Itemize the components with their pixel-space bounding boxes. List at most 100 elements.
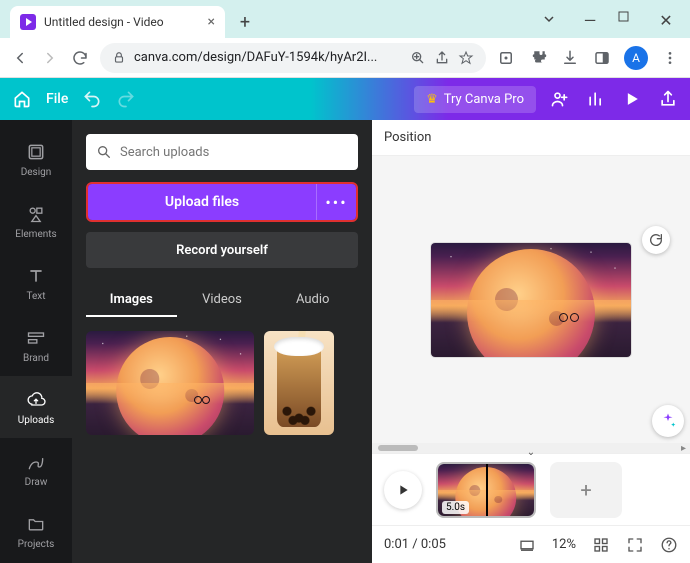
tab-videos[interactable]: Videos (177, 284, 268, 317)
search-uploads[interactable] (86, 134, 358, 170)
rail-item-uploads[interactable]: Uploads (0, 376, 72, 438)
scroll-right-icon[interactable]: ▸ (681, 443, 690, 454)
main-area: Design Elements Text Brand Uploads Draw … (0, 120, 690, 563)
upload-files-highlighted: Upload files ••• (86, 182, 358, 222)
scrollbar-thumb[interactable] (378, 445, 418, 451)
nav-reload-button[interactable] (70, 48, 90, 68)
rail-item-draw[interactable]: Draw (0, 438, 72, 500)
sidepanel-icon[interactable] (592, 48, 612, 68)
rail-item-projects[interactable]: Projects (0, 500, 72, 562)
pages-view-icon[interactable] (518, 536, 536, 554)
rail-item-elements[interactable]: Elements (0, 190, 72, 252)
browser-tab[interactable]: Untitled design - Video × (10, 6, 225, 38)
tab-images[interactable]: Images (86, 284, 177, 317)
left-rail: Design Elements Text Brand Uploads Draw … (0, 120, 72, 563)
canva-favicon-icon (20, 14, 36, 30)
share-url-icon[interactable] (434, 50, 450, 66)
window-close-button[interactable]: ✕ (656, 11, 676, 30)
redo-button[interactable] (116, 89, 136, 109)
add-clip-button[interactable]: + (550, 462, 622, 518)
elements-icon (25, 203, 47, 225)
rail-label: Design (21, 167, 52, 178)
help-icon[interactable] (660, 536, 678, 554)
uploads-icon (25, 389, 47, 411)
browser-address-bar: canva.com/design/DAFuY-1594k/hyAr2I... A (0, 38, 690, 78)
timecode: 0:01 / 0:05 (384, 537, 446, 552)
bookmark-icon[interactable] (458, 50, 474, 66)
magic-button[interactable] (652, 405, 684, 437)
extension-icon[interactable] (496, 48, 516, 68)
templates-icon (25, 141, 47, 163)
rail-label: Projects (18, 539, 55, 550)
canvas-toolbar: Position (372, 120, 690, 156)
canvas-stage[interactable] (372, 156, 690, 443)
url-field[interactable]: canva.com/design/DAFuY-1594k/hyAr2I... (100, 43, 486, 73)
window-controls: — ✕ (542, 11, 690, 38)
zoom-level[interactable]: 12% (552, 537, 576, 552)
downloads-icon[interactable] (560, 48, 580, 68)
window-titlebar: Untitled design - Video × + — ✕ (0, 0, 690, 38)
text-icon (25, 265, 47, 287)
timeline: ⌄ 5.0s + (372, 453, 690, 525)
avatar-initial: A (632, 51, 640, 65)
uploads-grid (86, 331, 358, 435)
timeline-clip[interactable]: 5.0s (436, 462, 536, 518)
undo-button[interactable] (82, 89, 102, 109)
grid-view-icon[interactable] (592, 536, 610, 554)
timeline-caret-icon[interactable]: ⌄ (527, 447, 535, 458)
rail-item-text[interactable]: Text (0, 252, 72, 314)
rotate-handle[interactable] (642, 226, 670, 254)
new-tab-button[interactable]: + (231, 8, 259, 36)
search-input[interactable] (120, 145, 348, 160)
rail-label: Brand (23, 353, 49, 364)
url-text: canva.com/design/DAFuY-1594k/hyAr2I... (134, 50, 402, 65)
app-top-bar: File ♛ Try Canva Pro (0, 78, 690, 120)
extensions-puzzle-icon[interactable] (528, 48, 548, 68)
zoom-icon[interactable] (410, 50, 426, 66)
fullscreen-icon[interactable] (626, 536, 644, 554)
uploads-tabs: Images Videos Audio (86, 284, 358, 317)
status-bar: 0:01 / 0:05 12% (372, 525, 690, 563)
nav-forward-button[interactable] (40, 48, 60, 68)
window-maximize-button[interactable] (618, 11, 638, 30)
site-info-icon[interactable] (112, 51, 126, 65)
upload-more-button[interactable]: ••• (316, 184, 356, 220)
analytics-icon[interactable] (586, 89, 606, 109)
timeline-play-button[interactable] (384, 471, 422, 509)
rail-label: Text (26, 291, 45, 302)
position-button[interactable]: Position (384, 130, 431, 145)
upload-thumb-sunset[interactable] (86, 331, 254, 435)
try-canva-pro-button[interactable]: ♛ Try Canva Pro (414, 86, 536, 113)
crown-icon: ♛ (426, 92, 438, 107)
clip-underline (438, 516, 534, 518)
share-icon[interactable] (658, 89, 678, 109)
browser-extension-area: A (496, 46, 680, 70)
file-menu[interactable]: File (46, 91, 68, 107)
rail-label: Uploads (18, 415, 54, 426)
upload-files-button[interactable]: Upload files (88, 184, 316, 220)
search-icon (96, 144, 112, 160)
rail-label: Draw (25, 477, 48, 488)
browser-menu-icon[interactable] (660, 48, 680, 68)
upload-thumb-boba[interactable] (264, 331, 334, 435)
draw-icon (25, 451, 47, 473)
design-frame[interactable] (431, 243, 631, 357)
uploads-panel: Upload files ••• Record yourself Images … (72, 120, 372, 563)
record-yourself-button[interactable]: Record yourself (86, 232, 358, 268)
nav-back-button[interactable] (10, 48, 30, 68)
rail-item-design[interactable]: Design (0, 128, 72, 190)
close-tab-icon[interactable]: × (208, 14, 215, 30)
canvas-area: Position ▸ ⌄ 5.0s + 0:01 / 0:05 (372, 120, 690, 563)
window-minimize-icon[interactable] (542, 11, 562, 30)
projects-icon (25, 513, 47, 535)
present-play-icon[interactable] (622, 89, 642, 109)
brand-icon (25, 327, 47, 349)
clip-duration: 5.0s (442, 501, 469, 514)
tab-audio[interactable]: Audio (267, 284, 358, 317)
playhead[interactable] (486, 464, 488, 516)
home-button[interactable] (12, 89, 32, 109)
window-minimize-button[interactable]: — (580, 11, 600, 30)
collaborators-icon[interactable] (550, 89, 570, 109)
rail-item-brand[interactable]: Brand (0, 314, 72, 376)
profile-avatar[interactable]: A (624, 46, 648, 70)
